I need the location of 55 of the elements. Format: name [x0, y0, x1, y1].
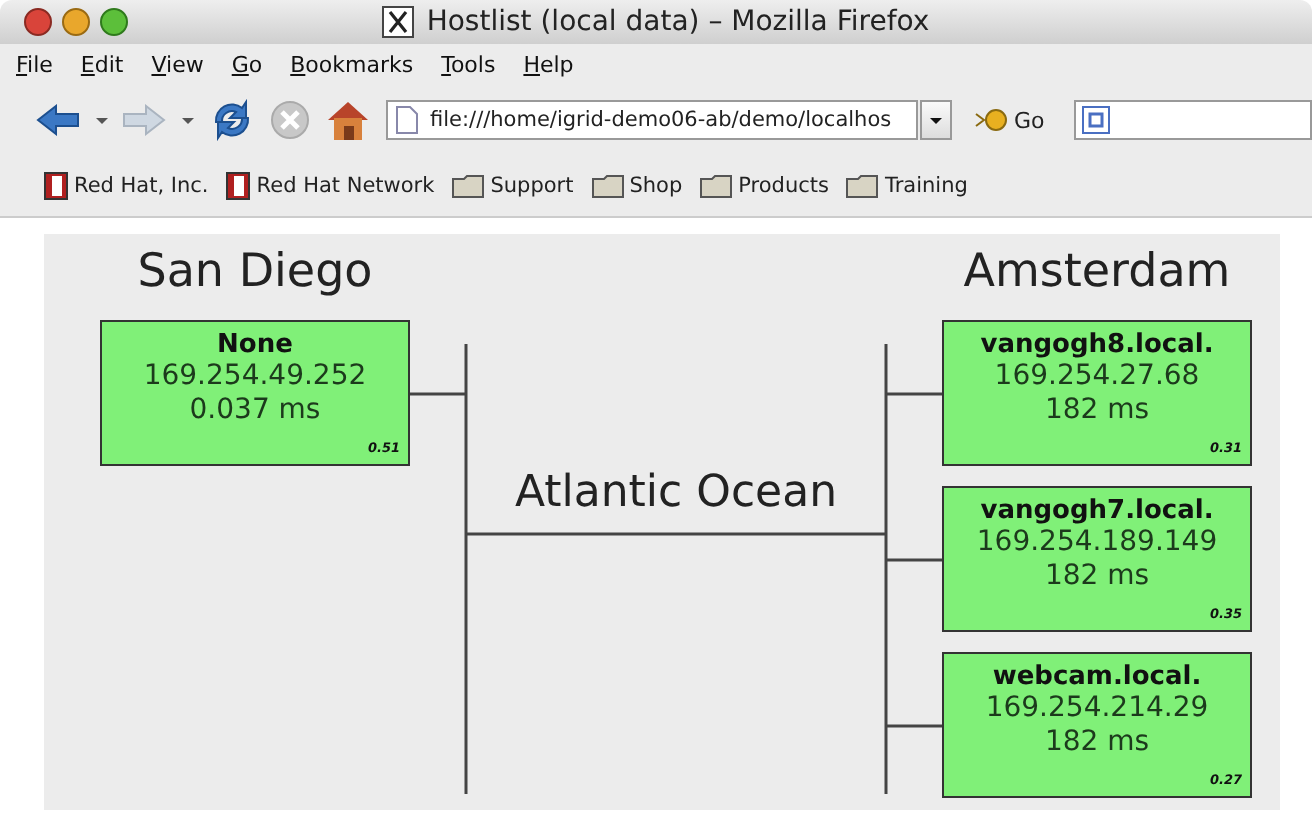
home-icon[interactable]	[324, 98, 372, 142]
site-label: San Diego	[135, 246, 375, 298]
book-icon	[44, 172, 68, 200]
caret-icon[interactable]	[180, 115, 194, 125]
host-name: webcam.local.	[992, 662, 1202, 692]
address-field[interactable]: file:///home/igrid-demo06-ab/demo/localhos	[386, 100, 918, 140]
folder-icon	[452, 174, 485, 198]
caret-icon	[928, 115, 944, 125]
ip-address: 169.254.214.29	[985, 692, 1209, 726]
ip-address: 169.254.27.68	[994, 360, 1200, 394]
latency-value: 0.037 ms	[189, 394, 321, 428]
back-arrow-icon[interactable]	[36, 104, 80, 136]
page-icon	[396, 106, 418, 134]
history-dropdown[interactable]	[920, 100, 952, 140]
bookmark-item[interactable]: Red Hat Network	[226, 172, 435, 200]
folder-icon	[846, 174, 879, 198]
host-name: vangogh8.local.	[980, 330, 1214, 360]
menu-item[interactable]: Tools	[441, 51, 496, 77]
ip-address: 169.254.49.252	[143, 360, 367, 394]
bookmark-item[interactable]: Shop	[591, 174, 683, 198]
latency-value: 182 ms	[1044, 394, 1150, 428]
site-label: Amsterdam	[961, 246, 1233, 298]
connector-line	[886, 724, 942, 728]
menu-item[interactable]: File	[16, 51, 53, 77]
maximize-button[interactable]	[100, 8, 128, 36]
book-icon	[226, 172, 251, 200]
caret-icon[interactable]	[94, 115, 108, 125]
go-button[interactable]: Go	[966, 107, 1053, 133]
bookmark-item[interactable]: Support	[452, 174, 574, 198]
menu-item[interactable]: View	[151, 51, 204, 77]
bookmark-item[interactable]: Red Hat, Inc.	[44, 172, 209, 200]
bookmark-item[interactable]: Products	[700, 174, 829, 198]
x-window-icon	[382, 6, 415, 38]
menu-item[interactable]: Help	[523, 51, 574, 77]
folder-icon	[591, 174, 624, 198]
host-name: None	[217, 330, 293, 360]
minimize-button[interactable]	[62, 8, 90, 36]
connector-line	[886, 392, 942, 396]
menu-item[interactable]: Go	[231, 51, 263, 77]
close-button[interactable]	[24, 8, 52, 36]
connector-line	[886, 558, 942, 562]
menu-item[interactable]: Edit	[80, 51, 124, 77]
window-title: Hostlist (local data) – Mozilla Firefox	[426, 6, 930, 38]
search-field[interactable]	[1074, 100, 1312, 140]
folder-icon	[700, 174, 733, 198]
latency-value: 182 ms	[1044, 560, 1150, 594]
ip-address: 169.254.189.149	[976, 526, 1218, 560]
go-icon	[974, 108, 1010, 132]
menu-item[interactable]: Bookmarks	[290, 51, 414, 77]
connector-line	[410, 392, 466, 396]
link-label: Atlantic Ocean	[512, 468, 840, 518]
host-name: vangogh7.local.	[980, 496, 1214, 526]
latency-value: 182 ms	[1044, 726, 1150, 760]
bookmark-item[interactable]: Training	[846, 174, 968, 198]
search-engine-icon[interactable]	[1082, 106, 1115, 134]
